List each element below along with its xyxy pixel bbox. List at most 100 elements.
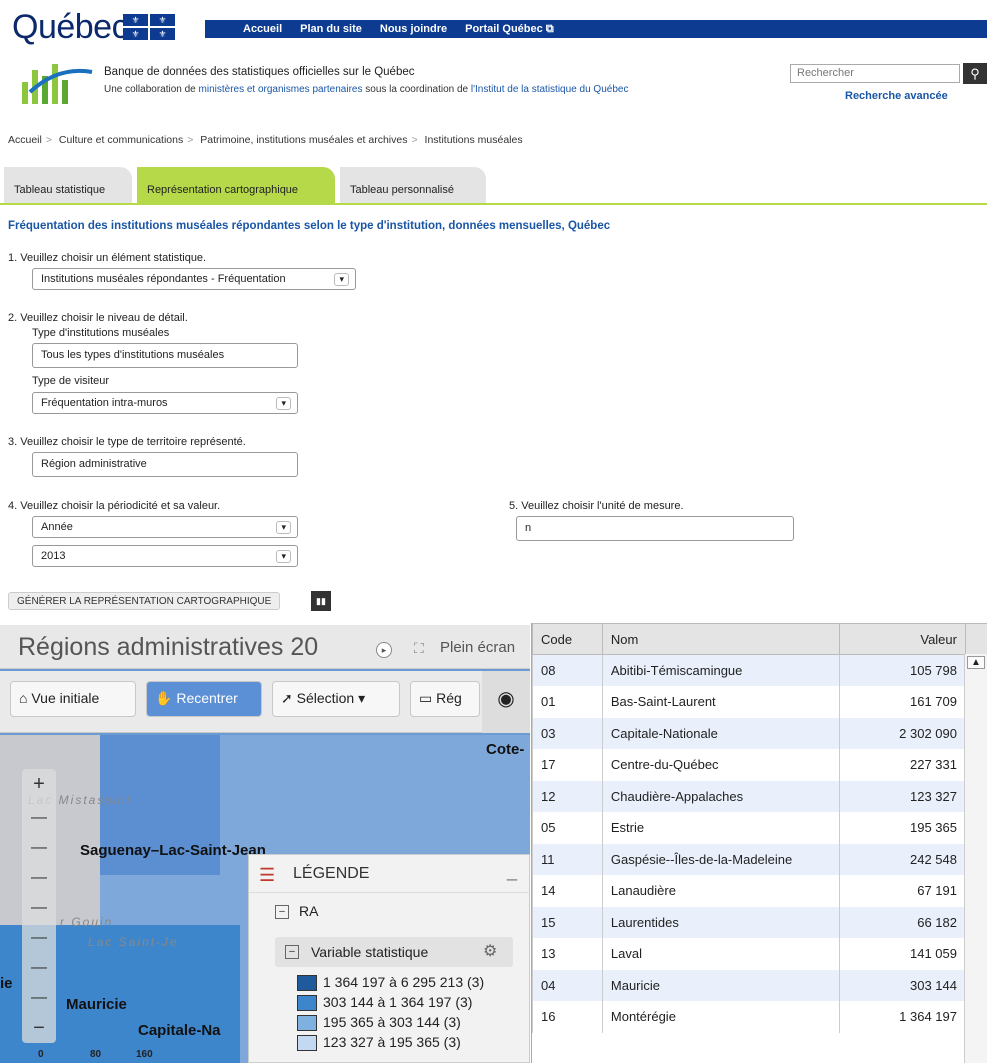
tab-tableau-personnalise[interactable]: Tableau personnalisé: [340, 167, 486, 203]
regions-button[interactable]: ▭ Rég: [410, 681, 480, 717]
table-row[interactable]: 05 Estrie 195 365: [532, 812, 987, 844]
tab-representation-cartographique[interactable]: Représentation cartographique: [137, 167, 335, 203]
nav-nous-joindre[interactable]: Nous joindre: [380, 23, 447, 35]
zoom-control[interactable]: + — — — — — — — −: [22, 769, 56, 1043]
q1-label: 1. Veuillez choisir un élément statistiq…: [8, 252, 207, 264]
unit-field[interactable]: n: [516, 516, 794, 541]
cell-nom: Abitibi-Témiscamingue: [601, 654, 841, 686]
table-row[interactable]: 03 Capitale-Nationale 2 302 090: [532, 717, 987, 749]
cell-valeur: 2 302 090: [839, 717, 966, 749]
table-row[interactable]: 16 Montérégie 1 364 197: [532, 1001, 987, 1033]
tab-tableau-statistique[interactable]: Tableau statistique: [4, 167, 132, 203]
nav-plan-du-site[interactable]: Plan du site: [300, 23, 362, 35]
table-row[interactable]: 15 Laurentides 66 182: [532, 906, 987, 938]
cell-code: 15: [532, 906, 603, 938]
table-row[interactable]: 11 Gaspésie--Îles-de-la-Madeleine 242 548: [532, 843, 987, 875]
column-header-nom[interactable]: Nom: [601, 623, 841, 655]
cell-code: 01: [532, 686, 603, 718]
initial-view-button[interactable]: ⌂ Vue initiale: [10, 681, 136, 717]
table-row[interactable]: 01 Bas-Saint-Laurent 161 709: [532, 686, 987, 718]
nav-portail-quebec[interactable]: Portail Québec ⧉: [465, 23, 554, 36]
scroll-up-icon[interactable]: ▲: [967, 656, 985, 669]
collapse-icon[interactable]: –: [275, 905, 289, 919]
globe-icon[interactable]: ◉: [482, 671, 530, 733]
breadcrumb-item[interactable]: Patrimoine, institutions muséales et arc…: [200, 134, 407, 146]
column-header-code[interactable]: Code: [532, 623, 603, 655]
cell-nom: Montérégie: [601, 1001, 841, 1033]
table-row[interactable]: 17 Centre-du-Québec 227 331: [532, 749, 987, 781]
legend-item-label: 123 327 à 195 365 (3): [323, 1034, 461, 1050]
cell-nom: Centre-du-Québec: [601, 749, 841, 781]
header-title: Banque de données des statistiques offic…: [104, 66, 415, 78]
institution-type-field[interactable]: Tous les types d'institutions muséales: [32, 343, 298, 368]
q3-label: 3. Veuillez choisir le type de territoir…: [8, 436, 246, 448]
numbers-icon: ▭: [419, 690, 437, 706]
recenter-button[interactable]: ✋ Recentrer: [146, 681, 262, 717]
table-row[interactable]: 13 Laval 141 059: [532, 938, 987, 970]
map-label: r Gouin: [60, 915, 114, 929]
fleurdelise-icon: ⚜ ⚜ ⚜ ⚜: [123, 14, 175, 40]
cell-valeur: 105 798: [839, 654, 966, 686]
map-label: Capitale-Na: [138, 1022, 221, 1039]
scrollbar[interactable]: ▲: [964, 654, 987, 1063]
zoom-in-icon[interactable]: +: [22, 773, 56, 796]
map-label: Lac Saint-Je: [88, 935, 179, 949]
data-table: Code Nom Valeur 08 Abitibi-Témiscamingue 1…: [531, 623, 987, 1063]
quebec-logo[interactable]: Québec: [12, 8, 129, 47]
fullscreen-icon[interactable]: ⛶: [414, 640, 424, 657]
fullscreen-button[interactable]: Plein écran: [440, 639, 515, 656]
cell-valeur: 227 331: [839, 749, 966, 781]
map-label: ie: [0, 975, 13, 992]
legend-swatch: [297, 995, 317, 1011]
table-row[interactable]: 14 Lanaudière 67 191: [532, 875, 987, 907]
q5-label: 5. Veuillez choisir l'unité de mesure.: [509, 500, 684, 512]
tab-divider: [0, 203, 987, 205]
generate-map-button[interactable]: GÉNÉRER LA REPRÉSENTATION CARTOGRAPHIQUE: [8, 592, 281, 610]
bdso-logo-icon[interactable]: [20, 62, 96, 104]
gear-icon[interactable]: ⚙: [483, 941, 497, 961]
breadcrumb-item[interactable]: Culture et communications: [59, 134, 183, 146]
cell-nom: Bas-Saint-Laurent: [601, 686, 841, 718]
minimize-icon[interactable]: _: [507, 861, 517, 882]
breadcrumb-item[interactable]: Accueil: [8, 134, 42, 146]
nav-accueil[interactable]: Accueil: [243, 23, 282, 35]
table-row[interactable]: 04 Mauricie 303 144: [532, 969, 987, 1001]
cell-valeur: 67 191: [839, 875, 966, 907]
legend-swatch: [297, 975, 317, 991]
map-label: Cote-: [486, 741, 525, 758]
partners-link[interactable]: ministères et organismes partenaires: [199, 84, 363, 95]
territory-field[interactable]: Région administrative: [32, 452, 298, 477]
legend-icon: ☰: [259, 865, 276, 885]
year-select[interactable]: 2013 ▾: [32, 545, 298, 567]
q2-label: 2. Veuillez choisir le niveau de détail.: [8, 312, 188, 324]
table-row[interactable]: 08 Abitibi-Témiscamingue 105 798: [532, 654, 987, 686]
chevron-down-icon: ▾: [276, 521, 291, 534]
top-nav: Accueil Plan du site Nous joindre Portai…: [205, 20, 987, 38]
chevron-down-icon: ▾: [334, 273, 349, 286]
header-subtitle: Une collaboration de ministères et organ…: [104, 84, 629, 95]
cell-code: 13: [532, 938, 603, 970]
search-input[interactable]: Rechercher: [790, 64, 960, 83]
advanced-search-link[interactable]: Recherche avancée: [845, 90, 948, 102]
cell-nom: Chaudière-Appalaches: [601, 780, 841, 812]
table-row[interactable]: 12 Chaudière-Appalaches 123 327: [532, 780, 987, 812]
map-viewer[interactable]: Régions administratives 20 ▸ ⛶ Plein écr…: [0, 625, 530, 1063]
collapse-icon[interactable]: –: [285, 945, 299, 959]
isq-link[interactable]: l'Institut de la statistique du Québec: [471, 84, 629, 95]
cell-code: 12: [532, 780, 603, 812]
legend-title: LÉGENDE: [293, 865, 370, 882]
zoom-out-icon[interactable]: −: [22, 1017, 56, 1040]
legend-item-label: 303 144 à 1 364 197 (3): [323, 994, 473, 1010]
selection-button[interactable]: ➚ Sélection ▾: [272, 681, 400, 717]
legend-ra: RA: [299, 903, 319, 919]
statistic-select[interactable]: Institutions muséales répondantes - Fréq…: [32, 268, 356, 290]
visitor-type-select[interactable]: Fréquentation intra-muros ▾: [32, 392, 298, 414]
periodicity-select[interactable]: Année ▾: [32, 516, 298, 538]
search-icon[interactable]: ⚲: [963, 63, 987, 84]
cell-code: 14: [532, 875, 603, 907]
map-chart-icon[interactable]: ▮▮: [311, 591, 331, 611]
cell-nom: Lanaudière: [601, 875, 841, 907]
cell-valeur: 161 709: [839, 686, 966, 718]
chevron-right-icon[interactable]: ▸: [376, 642, 392, 658]
column-header-valeur[interactable]: Valeur: [839, 623, 966, 655]
